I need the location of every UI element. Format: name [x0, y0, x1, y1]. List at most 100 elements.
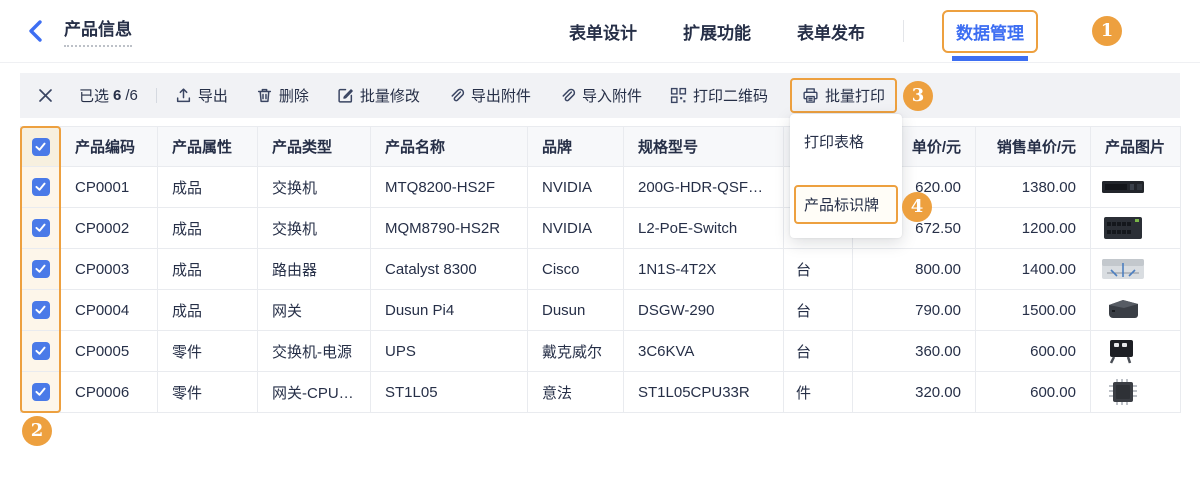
row-checkbox[interactable] [32, 301, 50, 319]
col-header-spec[interactable]: 规格型号 [624, 127, 784, 167]
cell-brand: NVIDIA [528, 208, 624, 249]
table-row: CP0003 成品 路由器 Catalyst 8300 Cisco 1N1S-4… [21, 249, 1181, 290]
trash-icon [256, 87, 273, 104]
close-selection-button[interactable] [38, 88, 53, 103]
col-header-product-name[interactable]: 产品名称 [371, 127, 528, 167]
row-checkbox-cell [21, 331, 61, 372]
top-header: 产品信息 表单设计 扩展功能 表单发布 数据管理 1 [0, 0, 1200, 63]
batch-edit-button[interactable]: 批量修改 [337, 85, 420, 106]
cell-spec: ST1L05CPU33R [624, 372, 784, 413]
page-title: 产品信息 [64, 15, 132, 47]
row-checkbox[interactable] [32, 383, 50, 401]
product-image [1101, 296, 1145, 324]
select-all-checkbox[interactable] [32, 138, 50, 156]
batch-print-dropdown: 打印表格 产品标识牌 4 [790, 114, 902, 238]
cell-product-image [1091, 290, 1181, 331]
paperclip-icon [559, 87, 576, 104]
tab-extensions[interactable]: 扩展功能 [683, 19, 751, 44]
selected-label: 已选 [79, 85, 109, 106]
row-checkbox[interactable] [32, 342, 50, 360]
col-header-product-type[interactable]: 产品类型 [258, 127, 371, 167]
back-button[interactable] [26, 18, 48, 44]
delete-label: 删除 [279, 85, 309, 106]
batch-toolbar: 已选 6/6 导出 删除 批量修改 导出 [20, 73, 1180, 118]
cell-product-code: CP0001 [61, 167, 158, 208]
cell-product-name: MTQ8200-HS2F [371, 167, 528, 208]
cell-product-type: 网关 [258, 290, 371, 331]
export-button[interactable]: 导出 [175, 85, 228, 106]
tab-form-publish[interactable]: 表单发布 [797, 19, 865, 44]
col-header-brand[interactable]: 品牌 [528, 127, 624, 167]
product-table: 产品编码 产品属性 产品类型 产品名称 品牌 规格型号 单价/元 销售单价/元 … [20, 126, 1181, 413]
printer-icon [802, 87, 819, 104]
cell-product-image [1091, 167, 1181, 208]
col-header-product-image[interactable]: 产品图片 [1091, 127, 1181, 167]
delete-button[interactable]: 删除 [256, 85, 309, 106]
row-checkbox[interactable] [32, 219, 50, 237]
cell-product-image [1091, 331, 1181, 372]
cell-product-name: Catalyst 8300 [371, 249, 528, 290]
cell-product-name: Dusun Pi4 [371, 290, 528, 331]
menu-item-print-table[interactable]: 打印表格 [790, 122, 902, 161]
selection-status: 已选 6/6 [79, 85, 138, 106]
batch-print-button[interactable]: 批量打印 [825, 85, 885, 106]
cell-spec: DSGW-290 [624, 290, 784, 331]
cell-spec: 200G-HDR-QSFP56 [624, 167, 784, 208]
cell-product-type: 路由器 [258, 249, 371, 290]
check-icon [34, 221, 47, 234]
table-header-row: 产品编码 产品属性 产品类型 产品名称 品牌 规格型号 单价/元 销售单价/元 … [21, 127, 1181, 167]
col-header-product-attr[interactable]: 产品属性 [158, 127, 258, 167]
cell-product-name: MQM8790-HS2R [371, 208, 528, 249]
import-attachments-label: 导入附件 [582, 85, 642, 106]
cell-sale-price: 1400.00 [976, 249, 1091, 290]
tab-form-design[interactable]: 表单设计 [569, 19, 637, 44]
cell-unit: 台 [784, 290, 853, 331]
cell-brand: 戴克威尔 [528, 331, 624, 372]
cell-product-code: CP0003 [61, 249, 158, 290]
print-qr-code-label: 打印二维码 [693, 85, 768, 106]
table-row: CP0002 成品 交换机 MQM8790-HS2R NVIDIA L2-PoE… [21, 208, 1181, 249]
cell-unit-price: 800.00 [853, 249, 976, 290]
chevron-left-icon [26, 19, 44, 43]
cell-product-code: CP0005 [61, 331, 158, 372]
print-qr-code-button[interactable]: 打印二维码 [670, 85, 768, 106]
product-image [1101, 255, 1145, 283]
table-row: CP0004 成品 网关 Dusun Pi4 Dusun DSGW-290 台 … [21, 290, 1181, 331]
export-attachments-button[interactable]: 导出附件 [448, 85, 531, 106]
table-row: CP0006 零件 网关-CPU芯... ST1L05 意法 ST1L05CPU… [21, 372, 1181, 413]
cell-product-type: 交换机 [258, 167, 371, 208]
cell-product-type: 交换机 [258, 208, 371, 249]
export-icon [175, 87, 192, 104]
col-header-sale-price[interactable]: 销售单价/元 [976, 127, 1091, 167]
cell-sale-price: 1500.00 [976, 290, 1091, 331]
edit-icon [337, 87, 354, 104]
row-checkbox-cell [21, 167, 61, 208]
import-attachments-button[interactable]: 导入附件 [559, 85, 642, 106]
batch-print-annotation-box: 批量打印 3 打印表格 产品标识牌 4 [790, 78, 897, 113]
tab-divider [903, 20, 904, 42]
menu-item-product-nameplate[interactable]: 产品标识牌 [794, 185, 898, 224]
check-icon [34, 140, 47, 153]
product-image [1101, 337, 1145, 365]
tab-data-management[interactable]: 数据管理 [956, 24, 1024, 43]
cell-unit: 台 [784, 331, 853, 372]
cell-product-type: 网关-CPU芯... [258, 372, 371, 413]
cell-unit: 件 [784, 372, 853, 413]
active-tab-indicator [952, 56, 1028, 61]
row-checkbox-cell [21, 208, 61, 249]
row-checkbox[interactable] [32, 260, 50, 278]
cell-product-name: UPS [371, 331, 528, 372]
close-icon [38, 88, 53, 103]
table-row: CP0005 零件 交换机-电源 UPS 戴克威尔 3C6KVA 台 360.0… [21, 331, 1181, 372]
cell-brand: 意法 [528, 372, 624, 413]
table-row: CP0001 成品 交换机 MTQ8200-HS2F NVIDIA 200G-H… [21, 167, 1181, 208]
cell-sale-price: 600.00 [976, 372, 1091, 413]
cell-sale-price: 1380.00 [976, 167, 1091, 208]
batch-edit-label: 批量修改 [360, 85, 420, 106]
export-label: 导出 [198, 85, 228, 106]
col-header-product-code[interactable]: 产品编码 [61, 127, 158, 167]
page: 产品信息 表单设计 扩展功能 表单发布 数据管理 1 已选 6/6 [0, 0, 1200, 493]
cell-product-type: 交换机-电源 [258, 331, 371, 372]
cell-spec: L2-PoE-Switch [624, 208, 784, 249]
row-checkbox[interactable] [32, 178, 50, 196]
